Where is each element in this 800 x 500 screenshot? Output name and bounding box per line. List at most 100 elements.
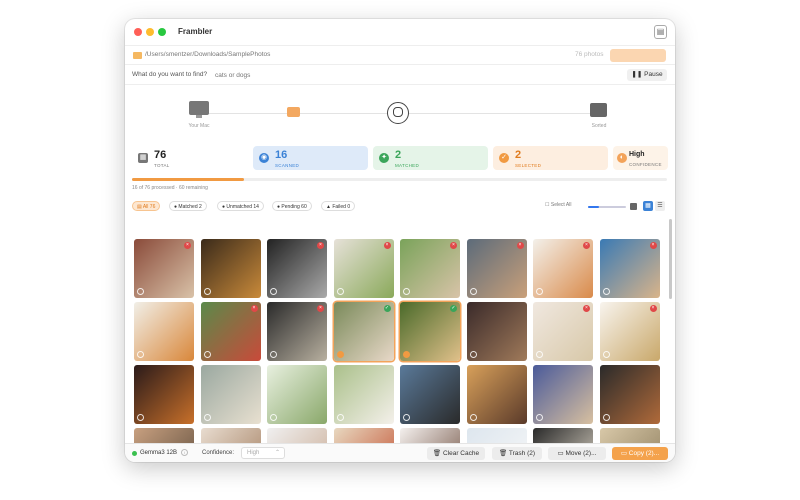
app-window: Frambler ▤ /Users/smentzer/Downloads/Sam… — [125, 19, 675, 462]
folder-path-bar: /Users/smentzer/Downloads/SamplePhotos 7… — [125, 45, 675, 65]
photo-thumbnail[interactable] — [466, 365, 527, 424]
progress-fill — [132, 178, 245, 181]
photo-thumbnail[interactable] — [466, 302, 527, 361]
photo-thumbnail[interactable] — [533, 428, 593, 443]
photo-thumbnail[interactable] — [200, 239, 261, 298]
photo-thumbnail[interactable]: × — [400, 239, 460, 298]
confidence-label: Confidence: — [202, 450, 235, 456]
clear-cache-button[interactable]: 🗑 Clear Cache — [427, 447, 485, 460]
photo-thumbnail[interactable] — [134, 428, 194, 443]
clipboard-icon[interactable]: ▤ — [654, 25, 667, 39]
photo-thumbnail[interactable] — [267, 365, 327, 424]
select-checkbox[interactable] — [203, 414, 211, 421]
query-input[interactable] — [215, 69, 621, 81]
select-checkbox[interactable] — [602, 288, 610, 295]
stat-total: ▦ 76 TOTAL — [132, 146, 252, 170]
photo-thumbnail[interactable] — [333, 428, 394, 443]
minimize-window-button[interactable] — [146, 28, 154, 36]
select-checkbox[interactable] — [403, 288, 410, 295]
select-checkbox[interactable] — [536, 414, 543, 421]
photo-thumbnail[interactable] — [267, 428, 327, 443]
unmatched-x-icon: × — [516, 242, 524, 249]
zoom-window-button[interactable] — [158, 28, 166, 36]
copy-button[interactable]: ▭ Copy (2)... — [612, 447, 668, 460]
grid-view-button[interactable]: ▦ — [643, 201, 653, 211]
select-checkbox[interactable] — [602, 414, 610, 421]
photo-thumbnail[interactable]: × — [466, 239, 527, 298]
filter-unmatched[interactable]: ● Unmatched 14 — [217, 201, 264, 211]
select-checkbox[interactable] — [536, 288, 543, 295]
select-checkbox[interactable] — [336, 414, 344, 421]
select-checkbox[interactable] — [469, 414, 477, 421]
photo-thumbnail[interactable]: ✓ — [400, 302, 460, 361]
select-checkbox[interactable] — [469, 351, 477, 358]
photo-thumbnail[interactable]: × — [267, 302, 327, 361]
select-checkbox[interactable] — [270, 414, 277, 421]
photo-thumbnail[interactable] — [533, 365, 593, 424]
select-checkbox[interactable] — [403, 414, 410, 421]
grid-scrollbar[interactable] — [669, 219, 672, 299]
filter-matched-label: Matched 2 — [178, 204, 202, 210]
stat-selected[interactable]: ✓ 2 SELECTED — [493, 146, 608, 170]
move-button[interactable]: ▭ Move (2)... — [548, 447, 606, 460]
select-checkbox[interactable] — [270, 288, 277, 295]
select-checkbox[interactable] — [403, 351, 410, 358]
photo-thumbnail[interactable]: × — [599, 302, 660, 361]
large-grid-icon[interactable] — [630, 203, 637, 210]
info-icon[interactable]: i — [181, 449, 188, 456]
stat-matched[interactable]: ✦ 2 MATCHED — [373, 146, 488, 170]
select-checkbox[interactable] — [336, 288, 344, 295]
photo-thumbnail[interactable]: × — [134, 239, 194, 298]
choose-folder-button[interactable] — [610, 49, 666, 62]
folder-icon[interactable] — [133, 52, 142, 59]
photo-thumbnail[interactable] — [134, 302, 194, 361]
brain-inner — [393, 107, 403, 117]
photo-thumbnail[interactable] — [400, 428, 460, 443]
pause-button[interactable]: ❚❚ Pause — [627, 69, 667, 81]
filter-pending[interactable]: ● Pending 60 — [272, 201, 312, 211]
photo-thumbnail[interactable]: × — [333, 239, 394, 298]
select-checkbox[interactable] — [137, 288, 144, 295]
select-checkbox[interactable] — [602, 351, 610, 358]
select-checkbox[interactable] — [137, 414, 144, 421]
confidence-select[interactable]: High ⌃ — [241, 447, 285, 459]
photo-thumbnail[interactable]: × — [599, 239, 660, 298]
list-view-button[interactable]: ☰ — [655, 201, 665, 211]
filter-bar: ▤ All 76 ● Matched 2 ● Unmatched 14 ● Pe… — [125, 199, 675, 215]
select-checkbox[interactable] — [469, 288, 477, 295]
model-name[interactable]: Gemma3 12B — [140, 450, 177, 456]
select-checkbox[interactable] — [203, 288, 211, 295]
select-checkbox[interactable] — [137, 351, 144, 358]
photo-thumbnail[interactable] — [134, 365, 194, 424]
select-checkbox[interactable] — [203, 351, 211, 358]
trash-button[interactable]: 🗑 Trash (2) — [492, 447, 542, 460]
photo-thumbnail[interactable]: × — [267, 239, 327, 298]
photo-thumbnail[interactable]: × — [533, 302, 593, 361]
photo-thumbnail[interactable] — [200, 428, 261, 443]
stat-confidence-value: High — [629, 151, 645, 158]
select-checkbox[interactable] — [270, 351, 277, 358]
photo-thumbnail[interactable] — [333, 365, 394, 424]
photo-thumbnail[interactable] — [599, 428, 660, 443]
select-checkbox[interactable] — [536, 351, 543, 358]
confidence-select-value: High — [247, 450, 260, 456]
stat-scanned-label: SCANNED — [275, 163, 300, 168]
close-window-button[interactable] — [134, 28, 142, 36]
filter-all[interactable]: ▤ All 76 — [132, 201, 161, 211]
photo-thumbnail[interactable]: × — [533, 239, 593, 298]
filter-matched[interactable]: ● Matched 2 — [169, 201, 207, 211]
photo-thumbnail[interactable]: × — [200, 302, 261, 361]
photo-thumbnail[interactable] — [400, 365, 460, 424]
photo-thumbnail[interactable] — [466, 428, 527, 443]
filter-unmatched-label: Unmatched 14 — [226, 204, 259, 210]
zoom-slider[interactable] — [588, 206, 626, 208]
stat-scanned[interactable]: ◉ 16 SCANNED — [253, 146, 368, 170]
photo-thumbnail[interactable] — [599, 365, 660, 424]
photo-thumbnail[interactable] — [200, 365, 261, 424]
folder-path[interactable]: /Users/smentzer/Downloads/SamplePhotos — [145, 51, 270, 58]
select-checkbox[interactable] — [336, 351, 344, 358]
photo-thumbnail[interactable]: ✓ — [333, 302, 394, 361]
filter-failed[interactable]: ▲ Failed 0 — [321, 201, 356, 211]
select-all-toggle[interactable]: ☐ Select All — [545, 202, 571, 208]
select-all-label: Select All — [550, 202, 572, 208]
